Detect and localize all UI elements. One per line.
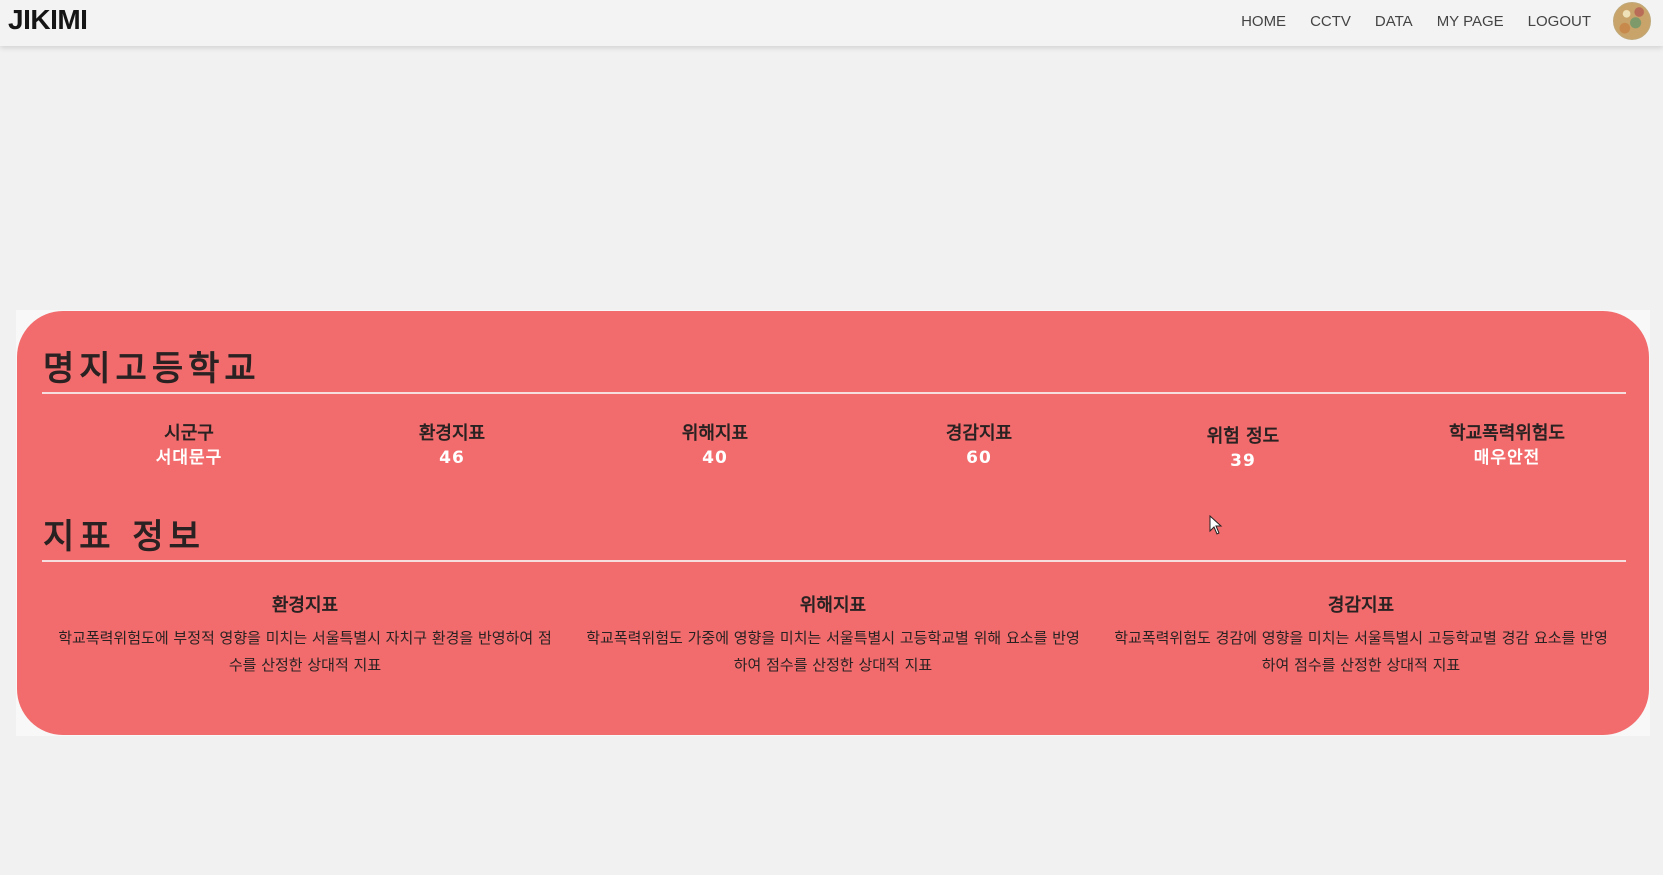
stat-violence-risk: 학교폭력위험도 매우안전 — [1407, 423, 1607, 471]
indicator-info-divider — [42, 560, 1626, 562]
nav-data[interactable]: DATA — [1375, 13, 1413, 30]
school-name-divider — [42, 392, 1626, 394]
stat-mitigation-index: 경감지표 60 — [879, 423, 1079, 471]
indicator-title: 경감지표 — [1327, 595, 1395, 616]
stat-value: 매우안전 — [1473, 448, 1541, 468]
nav-cctv[interactable]: CCTV — [1310, 13, 1351, 30]
school-name: 명지고등학교 — [43, 349, 261, 389]
mouse-cursor-icon — [1209, 515, 1223, 535]
indicator-description: 학교폭력위험도 가중에 영향을 미치는 서울특별시 고등학교별 위해 요소를 반… — [586, 629, 1080, 674]
stat-value: 39 — [1230, 451, 1256, 471]
indicator-description: 학교폭력위험도에 부정적 영향을 미치는 서울특별시 자치구 환경을 반영하여 … — [58, 629, 552, 674]
stat-environment-index: 환경지표 46 — [352, 423, 552, 471]
indicator-title: 위해지표 — [799, 595, 867, 616]
indicator-harm: 위해지표 학교폭력위험도 가중에 영향을 미치는 서울특별시 고등학교별 위해 … — [583, 593, 1083, 679]
top-navbar: JIKIMI HOME CCTV DATA MY PAGE LOGOUT — [0, 0, 1663, 46]
nav-links: HOME CCTV DATA MY PAGE LOGOUT — [1217, 0, 1591, 42]
nav-my-page[interactable]: MY PAGE — [1437, 13, 1504, 30]
stat-label: 위험 정도 — [1206, 426, 1280, 447]
stat-label: 경감지표 — [945, 423, 1013, 444]
indicator-description: 학교폭력위험도 경감에 영향을 미치는 서울특별시 고등학교별 경감 요소를 반… — [1114, 629, 1608, 674]
school-card-wrapper: 명지고등학교 시군구 서대문구 환경지표 46 위해지표 40 경감지표 60 … — [16, 310, 1650, 736]
indicator-title: 환경지표 — [271, 595, 339, 616]
stat-district: 시군구 서대문구 — [89, 423, 289, 471]
app-logo[interactable]: JIKIMI — [8, 4, 88, 36]
school-stats: 시군구 서대문구 환경지표 46 위해지표 40 경감지표 60 위험 정도 3… — [43, 423, 1627, 483]
stat-label: 시군구 — [164, 423, 214, 444]
indicator-mitigation: 경감지표 학교폭력위험도 경감에 영향을 미치는 서울특별시 고등학교별 경감 … — [1111, 593, 1611, 679]
stat-value: 40 — [702, 448, 728, 468]
stat-value: 서대문구 — [155, 448, 223, 468]
nav-logout[interactable]: LOGOUT — [1528, 13, 1591, 30]
stat-risk-level: 위험 정도 39 — [1143, 426, 1343, 474]
indicator-info-title: 지표 정보 — [43, 517, 205, 557]
stat-value: 60 — [966, 448, 992, 468]
stat-harm-index: 위해지표 40 — [615, 423, 815, 471]
school-card: 명지고등학교 시군구 서대문구 환경지표 46 위해지표 40 경감지표 60 … — [17, 311, 1649, 735]
indicator-environment: 환경지표 학교폭력위험도에 부정적 영향을 미치는 서울특별시 자치구 환경을 … — [55, 593, 555, 679]
stat-label: 학교폭력위험도 — [1449, 423, 1565, 444]
stat-value: 46 — [439, 448, 465, 468]
nav-home[interactable]: HOME — [1241, 13, 1286, 30]
stat-label: 환경지표 — [418, 423, 486, 444]
stat-label: 위해지표 — [681, 423, 749, 444]
user-avatar[interactable] — [1613, 2, 1651, 40]
